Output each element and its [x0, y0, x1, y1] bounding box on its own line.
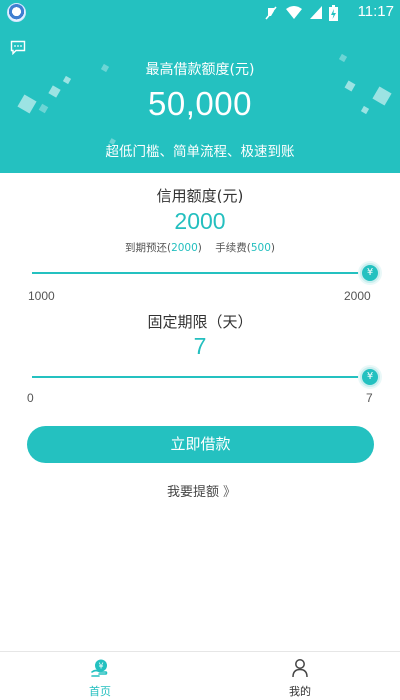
chat-icon[interactable]: [10, 40, 26, 55]
yen-icon: ¥: [366, 371, 374, 382]
max-loan-label: 最高借款额度(元): [145, 62, 255, 78]
term-slider-track[interactable]: [32, 376, 370, 378]
credit-value: 2000: [174, 208, 226, 234]
app-notification-icon: [7, 3, 26, 22]
nav-mine-label: 我的: [289, 685, 311, 698]
fee-label: 手续费(: [215, 242, 251, 254]
repay-close: ): [197, 242, 202, 254]
battery-charging-icon: [329, 4, 338, 21]
status-bar: 11:17: [0, 0, 400, 25]
wifi-icon: [286, 6, 302, 19]
status-icons: [263, 4, 338, 21]
raise-limit-label: 我要提额: [166, 485, 219, 500]
clock: 11:17: [357, 3, 394, 20]
signal-icon: [310, 6, 322, 19]
person-icon: [292, 659, 308, 678]
home-hand-yen-icon: ¥: [91, 659, 108, 677]
term-value: 7: [193, 333, 207, 359]
credit-max: 2000: [344, 289, 371, 303]
hero-banner: 最高借款额度(元) 50,000 超低门槛、简单流程、极速到账: [0, 25, 400, 173]
term-min: 0: [27, 391, 34, 405]
credit-min: 1000: [28, 289, 55, 303]
nav-mine[interactable]: 我的: [200, 652, 400, 700]
credit-slider-track[interactable]: [32, 272, 370, 274]
fee-close: ): [270, 242, 276, 254]
mute-icon: [265, 5, 277, 20]
nav-home[interactable]: ¥ 首页: [0, 652, 200, 700]
credit-slider-thumb[interactable]: ¥: [360, 263, 380, 283]
repay-label: 到期预还(: [124, 242, 172, 254]
max-loan-amount: 50,000: [148, 85, 252, 122]
repay-value: 2000: [171, 242, 198, 254]
term-max: 7: [366, 391, 373, 405]
fee-value: 500: [250, 242, 271, 254]
slogan: 超低门槛、简单流程、极速到账: [105, 144, 295, 160]
double-chevron-right-icon: 》: [223, 485, 236, 500]
nav-home-label: 首页: [89, 685, 111, 698]
credit-details: 到期预还(2000) 手续费(500): [0, 240, 400, 255]
credit-title: 信用额度(元): [156, 187, 244, 205]
yen-icon: ¥: [366, 267, 374, 278]
raise-limit-link[interactable]: 我要提额》: [0, 481, 400, 500]
term-title: 固定期限（天）: [147, 313, 253, 331]
bottom-nav: ¥ 首页 我的: [0, 651, 400, 700]
term-slider-thumb[interactable]: ¥: [360, 367, 380, 387]
borrow-now-button[interactable]: 立即借款: [27, 426, 374, 463]
svg-text:¥: ¥: [98, 662, 103, 671]
